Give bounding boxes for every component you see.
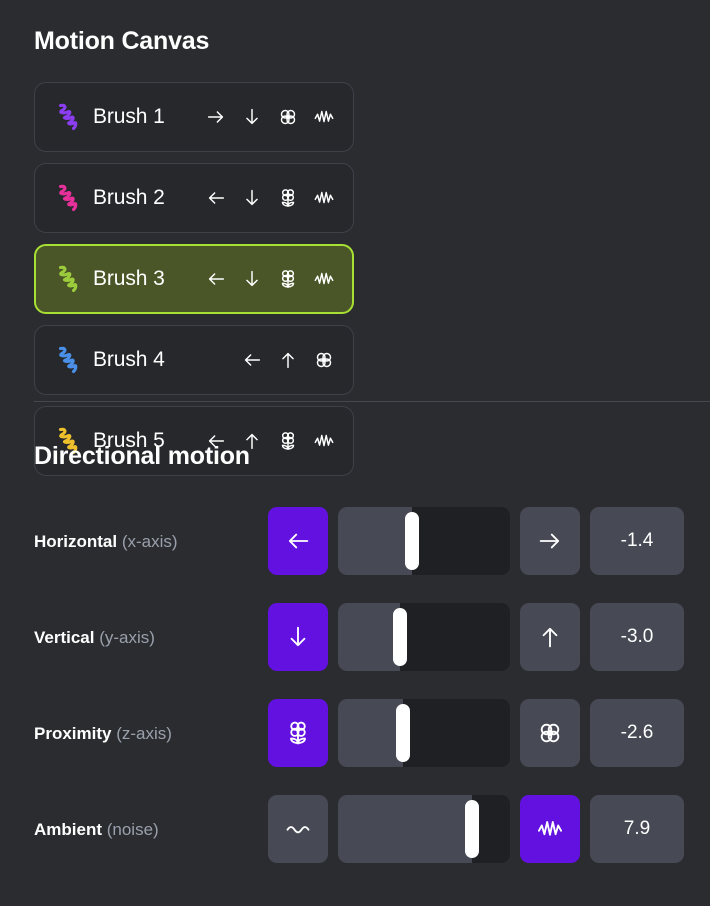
motion-row: Proximity (z-axis) -2.6 [34, 699, 684, 767]
slider-thumb[interactable] [392, 608, 407, 666]
motion-canvas-panel: Motion Canvas Brush 1 Brush 2 Brush 3 Brush… [0, 0, 710, 906]
motion-left-arrow-down-button[interactable] [268, 603, 328, 671]
brush-card[interactable]: Brush 2 [34, 163, 354, 233]
section-divider [34, 401, 710, 402]
slider-thumb[interactable] [404, 512, 419, 570]
brush-card[interactable]: Brush 4 [34, 325, 354, 395]
brush-scribble-icon [55, 264, 81, 294]
motion-value[interactable]: -3.0 [590, 603, 684, 671]
arrow-left-icon [205, 187, 227, 209]
section-title-directional-motion: Directional motion [34, 442, 250, 470]
slider-thumb[interactable] [465, 800, 480, 858]
arrow-down-icon [241, 106, 263, 128]
arrow-down-icon [241, 268, 263, 290]
motion-row-label: Vertical (y-axis) [34, 629, 268, 646]
motion-left-flower-stem-button[interactable] [268, 699, 328, 767]
brush-name: Brush 1 [93, 105, 165, 128]
motion-value[interactable]: -2.6 [590, 699, 684, 767]
page-title: Motion Canvas [34, 27, 210, 55]
motion-row-label: Horizontal (x-axis) [34, 533, 268, 550]
brush-scribble-icon [55, 102, 81, 132]
brush-name: Brush 4 [93, 348, 165, 371]
motion-row: Vertical (y-axis) -3.0 [34, 603, 684, 671]
motion-row-label-sub: (z-axis) [116, 723, 172, 743]
brush-scribble-icon [55, 183, 81, 213]
arrow-down-icon [241, 187, 263, 209]
motion-row-label-main: Ambient [34, 819, 102, 839]
motion-rows: Horizontal (x-axis) -1.4 Vertical (y-axis)… [34, 507, 684, 863]
brush-card[interactable]: Brush 3 [34, 244, 354, 314]
motion-row-label-main: Proximity [34, 723, 112, 743]
motion-value[interactable]: -1.4 [590, 507, 684, 575]
motion-value[interactable]: 7.9 [590, 795, 684, 863]
motion-row-label-sub: (noise) [106, 819, 159, 839]
motion-row-label-main: Vertical [34, 627, 95, 647]
slider-fill [338, 507, 412, 575]
brush-name: Brush 2 [93, 186, 165, 209]
wave-zigzag-icon [313, 187, 335, 209]
brush-attribute-icons [205, 106, 335, 128]
motion-right-arrow-right-button[interactable] [520, 507, 580, 575]
motion-row-label-sub: (x-axis) [121, 531, 178, 551]
wave-zigzag-icon [313, 106, 335, 128]
motion-row: Horizontal (x-axis) -1.4 [34, 507, 684, 575]
brush-card[interactable]: Brush 1 [34, 82, 354, 152]
motion-row-label: Proximity (z-axis) [34, 725, 268, 742]
motion-slider[interactable] [338, 603, 510, 671]
motion-right-wave-zigzag-button[interactable] [520, 795, 580, 863]
arrow-left-icon [205, 268, 227, 290]
motion-slider[interactable] [338, 507, 510, 575]
motion-row-label-sub: (y-axis) [99, 627, 155, 647]
motion-left-wave-flat-button[interactable] [268, 795, 328, 863]
brush-name: Brush 3 [93, 267, 165, 290]
arrow-up-icon [277, 349, 299, 371]
slider-thumb[interactable] [396, 704, 411, 762]
arrow-left-icon [241, 349, 263, 371]
flower-blossom-icon [277, 106, 299, 128]
brush-attribute-icons [205, 268, 335, 290]
motion-row-label-main: Horizontal [34, 531, 118, 551]
wave-zigzag-icon [313, 268, 335, 290]
flower-stem-icon [277, 268, 299, 290]
brush-grid: Brush 1 Brush 2 Brush 3 Brush 4 Brush 5 [34, 82, 684, 476]
flower-stem-icon [277, 187, 299, 209]
flower-blossom-icon [313, 349, 335, 371]
slider-fill [338, 699, 404, 767]
motion-slider[interactable] [338, 699, 510, 767]
motion-row-label: Ambient (noise) [34, 821, 268, 838]
motion-slider[interactable] [338, 795, 510, 863]
slider-fill [338, 603, 400, 671]
motion-row: Ambient (noise) 7.9 [34, 795, 684, 863]
motion-right-flower-blossom-button[interactable] [520, 699, 580, 767]
brush-attribute-icons [241, 349, 335, 371]
brush-scribble-icon [55, 345, 81, 375]
brush-attribute-icons [205, 187, 335, 209]
motion-left-arrow-left-button[interactable] [268, 507, 328, 575]
slider-fill [338, 795, 473, 863]
flower-stem-icon [277, 430, 299, 452]
arrow-right-icon [205, 106, 227, 128]
wave-zigzag-icon [313, 430, 335, 452]
motion-right-arrow-up-button[interactable] [520, 603, 580, 671]
